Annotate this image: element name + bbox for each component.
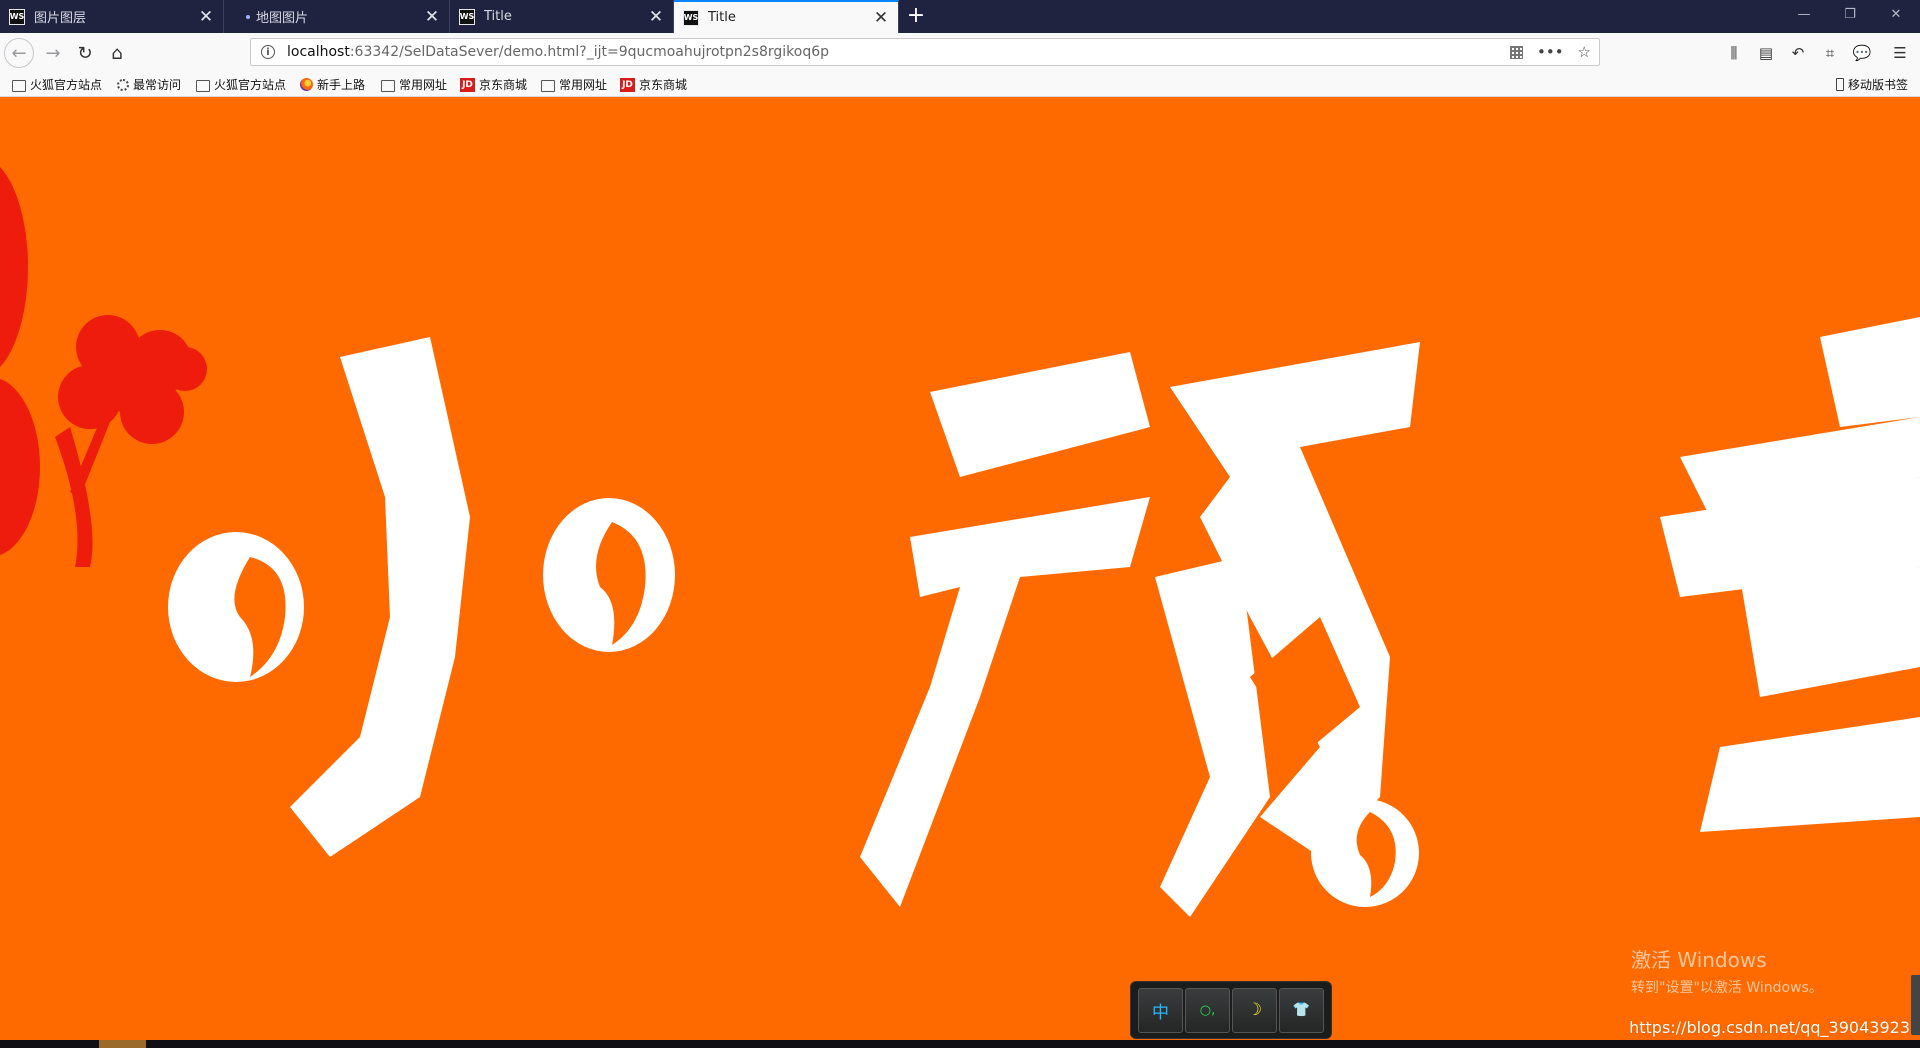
- tab-strip: WS 图片图层 ✕ 地图图片 ✕ WS Title ✕ WS Title ✕ +…: [0, 0, 1920, 33]
- tab-label: 地图图片: [256, 11, 309, 26]
- tab-close-icon[interactable]: ✕: [195, 7, 217, 27]
- navigation-toolbar: ← → ↻ ⌂ i localhost:63342/SelDataSever/d…: [0, 33, 1920, 74]
- forward-button[interactable]: →: [38, 38, 68, 68]
- moon-icon[interactable]: ☽: [1232, 987, 1277, 1033]
- url-host: localhost: [287, 44, 350, 60]
- menu-hamburger-icon[interactable]: ☰: [1890, 43, 1910, 63]
- bookmark-label: 火狐官方站点: [214, 78, 287, 92]
- chat-bubble-icon[interactable]: 💬: [1852, 43, 1872, 63]
- firefox-icon: [300, 78, 313, 91]
- tab-1[interactable]: WS 图片图层 ✕: [0, 0, 224, 33]
- home-button[interactable]: ⌂: [102, 38, 132, 68]
- bookmark-star-icon[interactable]: ☆: [1578, 43, 1591, 61]
- arrow-right-icon: →: [45, 42, 61, 64]
- bookmark-label: 火狐官方站点: [30, 78, 103, 92]
- library-icon[interactable]: ⫼: [1724, 43, 1744, 63]
- mobile-bookmarks[interactable]: 移动版书签: [1835, 76, 1908, 93]
- phone-icon: [1835, 78, 1844, 91]
- bookmark-item[interactable]: JD 京东商城: [620, 76, 687, 93]
- ime-toolbar: 中 ○, ☽ 👕: [1131, 982, 1331, 1038]
- url-bar[interactable]: i localhost:63342/SelDataSever/demo.html…: [250, 38, 1600, 66]
- bookmark-item[interactable]: 新手上路: [300, 76, 365, 93]
- folder-icon: [381, 79, 395, 92]
- restore-button[interactable]: ❐: [1827, 0, 1873, 30]
- ime-punctuation-button[interactable]: ○,: [1185, 987, 1230, 1033]
- tab-label: 图片图层: [34, 11, 87, 26]
- mobile-bookmarks-label: 移动版书签: [1847, 78, 1908, 92]
- tab-2[interactable]: 地图图片 ✕: [224, 0, 450, 33]
- folder-icon: [541, 79, 555, 92]
- bookmark-item[interactable]: 常用网址: [381, 76, 447, 93]
- bookmark-label: 常用网址: [559, 78, 608, 92]
- ime-chinese-mode-button[interactable]: 中: [1138, 987, 1183, 1033]
- minimize-button[interactable]: —: [1781, 0, 1827, 30]
- url-path: :63342/SelDataSever/demo.html?_ijt=9qucm…: [349, 44, 830, 60]
- bookmark-item[interactable]: 火狐官方站点: [12, 76, 102, 93]
- qr-code-icon[interactable]: [1510, 45, 1523, 59]
- reload-icon: ↻: [77, 42, 93, 64]
- close-window-button[interactable]: ✕: [1873, 0, 1919, 30]
- tab-close-icon[interactable]: ✕: [870, 8, 892, 28]
- taskbar-app-button[interactable]: [99, 1040, 146, 1048]
- mascot-figure: [0, 167, 93, 567]
- folder-icon: [196, 79, 210, 92]
- tab-4-active[interactable]: WS Title ✕: [674, 0, 899, 33]
- jd-icon: JD: [620, 77, 635, 92]
- site-info-icon[interactable]: i: [261, 45, 275, 59]
- back-button[interactable]: ←: [4, 38, 34, 68]
- webstorm-favicon-icon: WS: [459, 8, 475, 25]
- webstorm-favicon-icon: WS: [683, 9, 699, 26]
- loading-dot-icon: [246, 14, 250, 19]
- bookmark-item[interactable]: 火狐官方站点: [196, 76, 286, 93]
- side-grip-handle[interactable]: [1911, 975, 1920, 1035]
- bookmarks-toolbar: 火狐官方站点 最常访问 火狐官方站点 新手上路 常用网址 JD 京东商城 常用网…: [0, 73, 1920, 97]
- home-icon: ⌂: [111, 42, 123, 64]
- page-actions-icon[interactable]: •••: [1537, 43, 1564, 61]
- sidebar-icon[interactable]: ▤: [1756, 43, 1776, 63]
- calligraphy-glyphs: [168, 317, 1920, 917]
- reload-button[interactable]: ↻: [70, 38, 100, 68]
- bookmark-item[interactable]: 常用网址: [541, 76, 607, 93]
- tab-close-icon[interactable]: ✕: [645, 7, 667, 27]
- page-content: 激活 Windows 转到"设置"以激活 Windows。: [0, 97, 1920, 1040]
- bookmark-item[interactable]: JD 京东商城: [460, 76, 527, 93]
- folder-icon: [12, 79, 26, 92]
- jd-icon: JD: [460, 77, 475, 92]
- bookmark-label: 京东商城: [479, 78, 528, 92]
- activate-windows-hint: 转到"设置"以激活 Windows。: [1631, 980, 1823, 996]
- bookmark-label: 新手上路: [317, 78, 366, 92]
- gear-icon: [117, 78, 129, 91]
- tab-close-icon[interactable]: ✕: [421, 7, 443, 27]
- tab-label: Title: [708, 10, 736, 25]
- new-tab-button[interactable]: +: [903, 3, 929, 29]
- undo-icon[interactable]: ↶: [1788, 43, 1808, 63]
- webstorm-favicon-icon: WS: [9, 8, 25, 25]
- arrow-left-icon: ←: [11, 42, 27, 64]
- bookmark-label: 京东商城: [639, 78, 688, 92]
- blog-watermark: https://blog.csdn.net/qq_39043923: [1629, 1018, 1910, 1037]
- taskbar: [0, 1040, 1920, 1048]
- tab-3[interactable]: WS Title ✕: [450, 0, 674, 33]
- activate-windows-title: 激活 Windows: [1631, 948, 1767, 972]
- banner-logo-image: [0, 167, 1920, 917]
- clover-icon: [58, 315, 207, 497]
- tab-label: Title: [484, 9, 512, 24]
- skin-shirt-icon[interactable]: 👕: [1279, 987, 1324, 1033]
- activate-windows-overlay: 激活 Windows 转到"设置"以激活 Windows。: [1631, 944, 1823, 997]
- bookmark-label: 最常访问: [133, 78, 182, 92]
- screenshot-crop-icon[interactable]: ⌗: [1820, 43, 1840, 63]
- bookmark-label: 常用网址: [399, 78, 448, 92]
- bookmark-item[interactable]: 最常访问: [117, 76, 181, 93]
